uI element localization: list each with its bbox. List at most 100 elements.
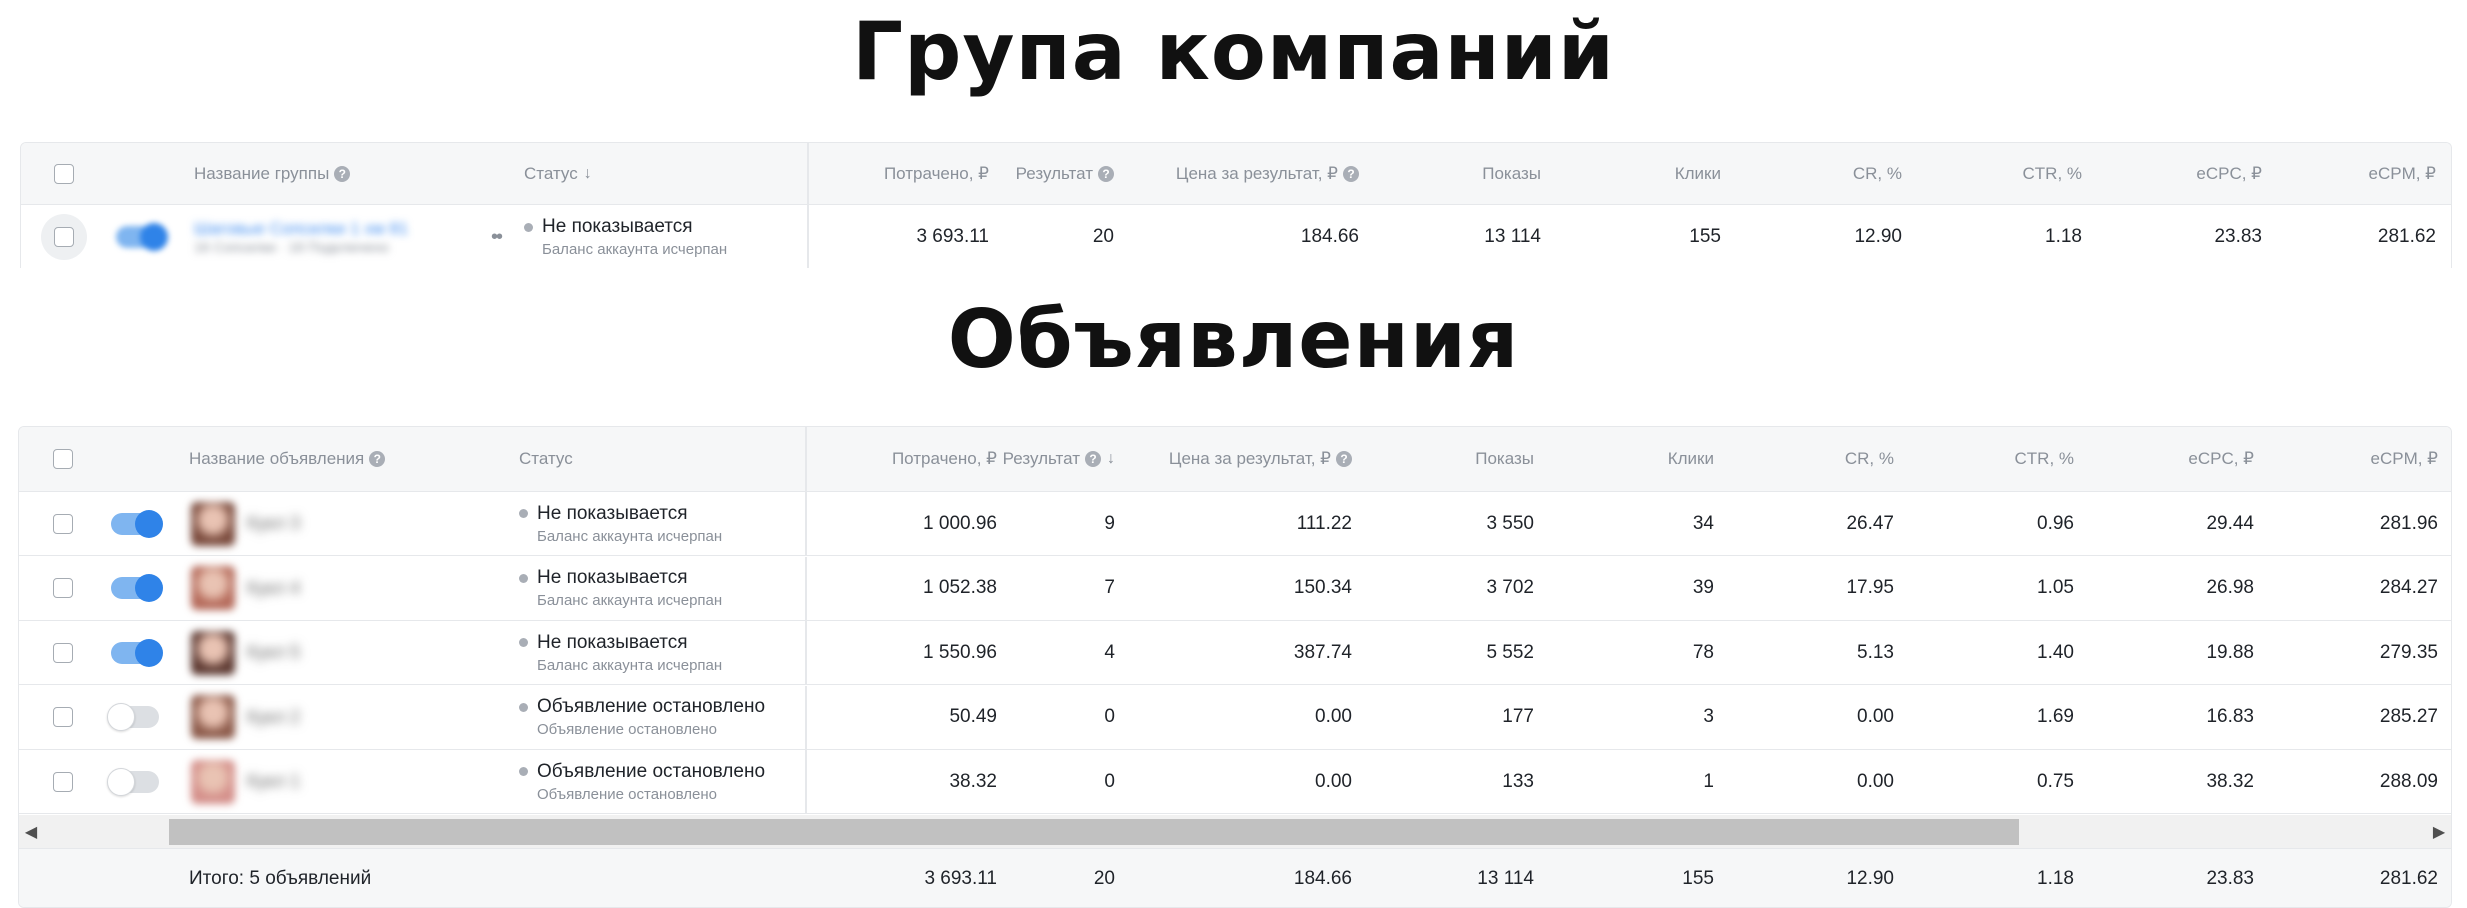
group-spent-column-header[interactable]: Потрачено, ₽ [884,143,989,204]
group-cr-column-header[interactable]: CR, % [1853,143,1902,204]
ad-ctr-column-header[interactable]: CTR, % [2015,427,2075,491]
groups-table-header: Название группы ? Статус ↓ Потрачено, ₽ … [21,143,2451,205]
ad-name-link[interactable]: Кукл 2 [247,707,300,728]
ecpc-cell: 19.88 [2206,641,2254,663]
ad-thumbnail[interactable] [191,686,235,749]
ad-name-cell[interactable]: Кукл 3 [247,492,300,555]
spent-cell: 1 550.96 [923,641,997,663]
impressions-cell: 133 [1502,770,1534,792]
help-circle-icon[interactable]: ? [1343,165,1359,182]
total-result-cell: 20 [1093,868,1115,889]
ad-clicks-column-header[interactable]: Клики [1668,427,1714,491]
group-name-cell[interactable]: Шаговые Сопсилки 1 хм 81 16 Сопсилки · 1… [194,205,474,268]
row-select-checkbox[interactable] [53,686,73,749]
frozen-column-divider [805,556,807,620]
price-per-result-cell: 0.00 [1315,706,1352,727]
status-text: Не показывается [537,502,688,524]
table-row[interactable]: Кукл 1 Объявление остановлено Объявление о… [19,750,2451,814]
ad-name-cell[interactable]: Кукл 5 [247,621,300,684]
ad-name-column-header[interactable]: Название объявления ? [189,427,386,491]
help-circle-icon[interactable]: ? [1098,165,1114,182]
ad-toggle[interactable] [111,492,163,555]
help-circle-icon[interactable]: ? [1085,451,1101,467]
row-select-checkbox[interactable] [53,621,73,684]
status-text: Объявление остановлено [537,760,766,782]
table-row[interactable]: Кукл 3 Не показывается Баланс аккаунта исч… [19,492,2451,556]
ad-status-header-label: Статус [519,449,573,468]
ecpm-header-label: eCPM, ₽ [2370,449,2439,468]
ad-name-link[interactable]: Кукл 3 [247,513,300,534]
ad-name-cell[interactable]: Кукл 2 [247,686,300,749]
row-select-checkbox[interactable] [53,492,73,555]
horizontal-scrollbar[interactable]: ◀ ▶ [19,815,2451,849]
group-name-column-header[interactable]: Название группы ? [194,143,351,204]
ad-toggle[interactable] [111,621,163,684]
status-dot-icon [519,509,528,518]
impressions-cell: 13 114 [1484,226,1541,247]
group-ctr-column-header[interactable]: CTR, % [2023,143,2083,204]
result-cell: 0 [1104,706,1115,727]
ctr-cell: 0.96 [2037,512,2074,534]
ad-ecpm-column-header[interactable]: eCPM, ₽ [2371,427,2439,491]
table-row[interactable]: Кукл 4 Не показывается Баланс аккаунта исч… [19,556,2451,621]
ad-toggle[interactable] [107,686,159,749]
ecpm-cell: 281.96 [2379,512,2438,534]
table-row[interactable]: Шаговые Сопсилки 1 хм 81 16 Сопсилки · 1… [21,205,2451,268]
scrollbar-thumb[interactable] [169,819,2019,845]
ad-name-link[interactable]: Кукл 5 [247,642,300,663]
select-all-groups-checkbox[interactable] [54,143,74,204]
ad-name-cell[interactable]: Кукл 4 [247,557,300,620]
ad-thumbnail[interactable] [191,492,235,555]
ad-name-link[interactable]: Кукл 1 [247,771,300,792]
sort-down-icon[interactable]: ↓ [584,165,592,183]
group-name-link[interactable]: Шаговые Сопсилки 1 хм 81 [194,219,408,239]
help-circle-icon[interactable]: ? [334,165,351,182]
help-circle-icon[interactable]: ? [1336,451,1352,467]
ad-spent-column-header[interactable]: Потрачено, ₽ [892,427,997,491]
ad-thumbnail[interactable] [191,621,235,684]
scroll-right-arrow-icon[interactable]: ▶ [2427,815,2451,849]
ad-name-link[interactable]: Кукл 4 [247,578,300,599]
ad-thumbnail[interactable] [191,557,235,620]
ad-price-column-header[interactable]: Цена за результат, ₽? [1169,427,1352,491]
ads-heading: Объявления [947,293,1520,386]
frozen-column-divider [805,685,807,749]
more-dots-icon[interactable]: •• [491,205,503,268]
group-toggle[interactable] [116,205,168,268]
ad-ecpc-column-header[interactable]: eCPC, ₽ [2188,427,2254,491]
price-per-result-cell: 150.34 [1293,577,1352,598]
group-result-column-header[interactable]: Результат? [1016,143,1114,204]
table-row[interactable]: Кукл 5 Не показывается Баланс аккаунта исч… [19,621,2451,685]
status-dot-icon [519,638,528,647]
total-ecpm-cell: 281.62 [2379,868,2438,889]
ad-thumbnail[interactable] [191,750,235,813]
sort-down-icon[interactable]: ↓ [1107,450,1115,468]
ad-cr-column-header[interactable]: CR, % [1845,427,1894,491]
group-status-column-header[interactable]: Статус ↓ [524,143,592,204]
ad-toggle[interactable] [107,750,159,813]
row-select-checkbox[interactable] [53,557,73,620]
clicks-cell: 78 [1692,641,1714,663]
group-ecpm-column-header[interactable]: eCPM, ₽ [2369,143,2437,204]
scroll-left-arrow-icon[interactable]: ◀ [19,815,43,849]
ad-impressions-column-header[interactable]: Показы [1475,427,1534,491]
ad-result-column-header[interactable]: Результат? ↓ [1003,427,1115,491]
campaign-groups-table: Название группы ? Статус ↓ Потрачено, ₽ … [20,142,2452,268]
row-select-checkbox[interactable] [53,750,73,813]
ctr-cell: 1.69 [2037,706,2074,727]
ad-status-cell: Не показывается Баланс аккаунта исчерпан [519,492,722,555]
ad-status-column-header[interactable]: Статус [519,427,573,491]
group-ecpc-column-header[interactable]: eCPC, ₽ [2196,143,2262,204]
ctr-cell: 0.75 [2037,770,2074,792]
row-select-checkbox[interactable] [41,205,87,268]
group-price-column-header[interactable]: Цена за результат, ₽? [1176,143,1359,204]
totals-label: Итого: 5 объявлений [189,868,372,889]
ad-name-cell[interactable]: Кукл 1 [247,750,300,813]
group-clicks-column-header[interactable]: Клики [1675,143,1721,204]
select-all-ads-checkbox[interactable] [53,427,73,491]
clicks-cell: 3 [1703,706,1714,727]
group-impressions-column-header[interactable]: Показы [1482,143,1541,204]
table-row[interactable]: Кукл 2 Объявление остановлено Объявление о… [19,685,2451,750]
ad-toggle[interactable] [111,557,163,620]
help-circle-icon[interactable]: ? [369,451,386,467]
